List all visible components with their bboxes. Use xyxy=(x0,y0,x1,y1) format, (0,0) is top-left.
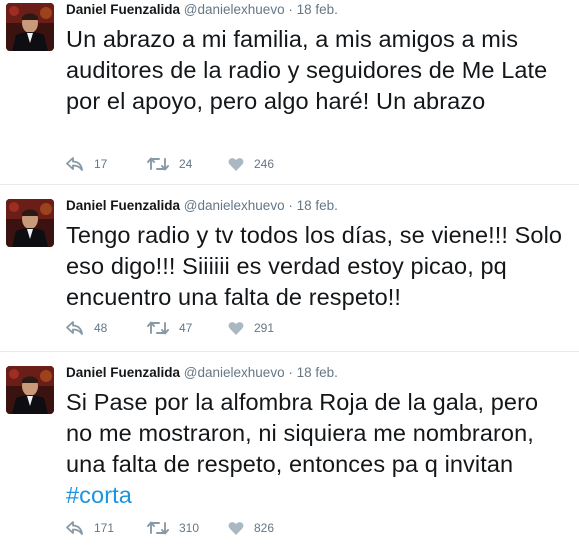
author-name[interactable]: Daniel Fuenzalida xyxy=(66,365,180,380)
retweet-count: 47 xyxy=(179,321,193,335)
reply-icon xyxy=(66,157,83,171)
like-button[interactable]: 291 xyxy=(228,321,309,336)
reply-count: 17 xyxy=(94,157,108,171)
heart-icon xyxy=(228,157,244,171)
heart-icon xyxy=(228,321,244,335)
like-button[interactable]: 826 xyxy=(228,521,309,536)
author-handle[interactable]: @danielexhuevo xyxy=(184,2,285,17)
tweet-header: Daniel Fuenzalida @danielexhuevo · 18 fe… xyxy=(66,185,569,218)
retweet-button[interactable]: 24 xyxy=(147,156,228,172)
retweet-icon xyxy=(147,521,169,535)
author-name[interactable]: Daniel Fuenzalida xyxy=(66,198,180,213)
tweet-timestamp[interactable]: 18 feb. xyxy=(297,365,338,380)
tweet[interactable]: Daniel Fuenzalida @danielexhuevo · 18 fe… xyxy=(0,185,579,352)
author-handle[interactable]: @danielexhuevo xyxy=(184,365,285,380)
tweet-actions: 17 24 246 xyxy=(66,156,309,172)
retweet-icon xyxy=(147,321,169,335)
avatar-photo xyxy=(6,199,54,247)
avatar[interactable] xyxy=(6,366,54,414)
separator: · xyxy=(288,365,293,380)
tweet-text: Un abrazo a mi familia, a mis amigos a m… xyxy=(66,24,569,117)
hashtag-link[interactable]: #corta xyxy=(66,482,132,508)
like-count: 826 xyxy=(254,521,275,535)
tweet-text: Si Pase por la alfombra Roja de la gala,… xyxy=(66,387,569,511)
tweet-body: Si Pase por la alfombra Roja de la gala,… xyxy=(66,389,539,477)
heart-icon xyxy=(228,521,244,535)
tweet-actions: 48 47 291 xyxy=(66,320,309,336)
tweet[interactable]: Daniel Fuenzalida @danielexhuevo · 18 fe… xyxy=(0,0,579,185)
tweet-header: Daniel Fuenzalida @danielexhuevo · 18 fe… xyxy=(66,352,569,385)
like-button[interactable]: 246 xyxy=(228,157,309,172)
reply-icon xyxy=(66,321,83,335)
retweet-icon xyxy=(147,157,169,171)
avatar-photo xyxy=(6,3,54,51)
avatar[interactable] xyxy=(6,3,54,51)
tweet-timestamp[interactable]: 18 feb. xyxy=(297,198,338,213)
tweet-body: Tengo radio y tv todos los días, se vien… xyxy=(66,222,563,310)
like-count: 246 xyxy=(254,157,275,171)
timeline: Daniel Fuenzalida @danielexhuevo · 18 fe… xyxy=(0,0,579,555)
separator: · xyxy=(288,198,293,213)
separator: · xyxy=(288,2,293,17)
author-name[interactable]: Daniel Fuenzalida xyxy=(66,2,180,17)
tweet-timestamp[interactable]: 18 feb. xyxy=(297,2,338,17)
tweet[interactable]: Daniel Fuenzalida @danielexhuevo · 18 fe… xyxy=(0,352,579,555)
reply-button[interactable]: 17 xyxy=(66,156,147,172)
retweet-count: 310 xyxy=(179,521,200,535)
tweet-actions: 171 310 826 xyxy=(66,520,309,536)
tweet-header: Daniel Fuenzalida @danielexhuevo · 18 fe… xyxy=(66,0,569,22)
avatar[interactable] xyxy=(6,199,54,247)
reply-button[interactable]: 48 xyxy=(66,320,147,336)
retweet-count: 24 xyxy=(179,157,193,171)
tweet-body: Un abrazo a mi familia, a mis amigos a m… xyxy=(66,26,548,114)
author-handle[interactable]: @danielexhuevo xyxy=(184,198,285,213)
reply-button[interactable]: 171 xyxy=(66,520,147,536)
reply-count: 171 xyxy=(94,521,115,535)
retweet-button[interactable]: 310 xyxy=(147,520,228,536)
like-count: 291 xyxy=(254,321,275,335)
reply-count: 48 xyxy=(94,321,108,335)
tweet-text: Tengo radio y tv todos los días, se vien… xyxy=(66,220,569,313)
reply-icon xyxy=(66,521,83,535)
avatar-photo xyxy=(6,366,54,414)
retweet-button[interactable]: 47 xyxy=(147,320,228,336)
